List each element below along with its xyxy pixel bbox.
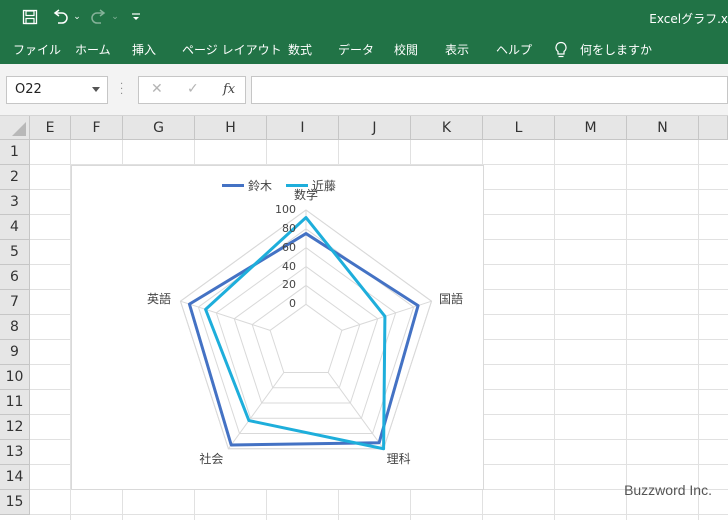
category-label: 理科 — [386, 452, 411, 467]
tab-file[interactable]: ファイル — [13, 41, 61, 58]
column-header-J[interactable]: J — [339, 116, 411, 140]
row-header-13[interactable]: 13 — [0, 440, 30, 465]
column-header-H[interactable]: H — [195, 116, 267, 140]
radar-chart[interactable]: 鈴木 近藤 0 20 40 60 80 100 数学国語理科 社会 英語 — [71, 165, 484, 490]
category-label: 国語 — [438, 291, 463, 306]
name-box-value: O22 — [15, 82, 42, 97]
tab-formulas[interactable]: 数式 — [288, 41, 312, 58]
category-label: 数学 — [294, 188, 319, 202]
column-header-N[interactable]: N — [627, 116, 699, 140]
column-header-L[interactable]: L — [483, 116, 555, 140]
customize-qat-icon[interactable] — [130, 6, 142, 28]
tick-label: 100 — [275, 203, 296, 216]
row-header-6[interactable]: 6 — [0, 265, 30, 290]
formula-buttons: ✕ ✓ fx — [138, 76, 246, 104]
row-header-9[interactable]: 9 — [0, 340, 30, 365]
formula-bar-grip-icon[interactable]: · · · — [120, 80, 124, 100]
gridline — [626, 140, 627, 520]
legend-swatch-suzuki — [222, 184, 244, 187]
legend-item-suzuki: 鈴木 — [222, 177, 272, 194]
radar-spoke — [327, 372, 384, 450]
cancel-icon[interactable]: ✕ — [151, 81, 163, 97]
row-header-15[interactable]: 15 — [0, 490, 30, 515]
tab-data[interactable]: データ — [338, 41, 374, 58]
name-box-dropdown-icon[interactable] — [92, 87, 100, 92]
undo-icon[interactable] — [50, 6, 70, 28]
tab-insert[interactable]: 挿入 — [132, 41, 156, 58]
insert-function-icon[interactable]: fx — [223, 82, 235, 97]
tab-view[interactable]: 表示 — [445, 41, 469, 58]
radar-spoke — [228, 372, 285, 450]
radar-gridline — [269, 303, 343, 374]
formula-input[interactable] — [251, 76, 728, 104]
column-header-F[interactable]: F — [71, 116, 123, 140]
name-box[interactable]: O22 — [6, 76, 108, 104]
row-header-12[interactable]: 12 — [0, 415, 30, 440]
redo-dropdown-icon[interactable]: ⌄ — [110, 6, 120, 28]
legend-label: 鈴木 — [248, 179, 273, 193]
ribbon-tabs: ファイル ホーム 挿入 ページ レイアウト 数式 データ 校閲 表示 ヘルプ 何… — [0, 36, 728, 64]
tab-page-layout[interactable]: ページ レイアウト — [182, 41, 282, 58]
row-header-2[interactable]: 2 — [0, 165, 30, 190]
tell-me-search[interactable]: 何をしますか — [580, 41, 652, 58]
row-header-3[interactable]: 3 — [0, 190, 30, 215]
save-icon[interactable] — [18, 6, 42, 28]
column-header-next[interactable] — [699, 116, 728, 140]
row-header-5[interactable]: 5 — [0, 240, 30, 265]
document-title: Excelグラフ.x — [649, 12, 728, 26]
column-header-M[interactable]: M — [555, 116, 627, 140]
gridline — [698, 140, 699, 520]
column-header-E[interactable]: E — [30, 116, 71, 140]
row-header-7[interactable]: 7 — [0, 290, 30, 315]
enter-check-icon[interactable]: ✓ — [187, 81, 199, 97]
select-all-corner[interactable] — [0, 116, 30, 140]
tab-help[interactable]: ヘルプ — [496, 41, 532, 58]
tick-label: 80 — [282, 221, 296, 235]
tick-label: 40 — [282, 259, 296, 273]
formula-bar-area: O22 · · · ✕ ✓ fx — [0, 64, 728, 116]
column-header-K[interactable]: K — [411, 116, 483, 140]
undo-dropdown-icon[interactable]: ⌄ — [72, 6, 82, 28]
tab-home[interactable]: ホーム — [75, 41, 111, 58]
tab-review[interactable]: 校閲 — [394, 41, 418, 58]
column-header-G[interactable]: G — [123, 116, 195, 140]
tick-label: 0 — [289, 297, 296, 311]
row-header-14[interactable]: 14 — [0, 465, 30, 490]
chart-legend: 鈴木 近藤 — [222, 176, 346, 194]
gridline — [30, 514, 728, 515]
category-label: 英語 — [147, 291, 172, 306]
tick-label: 60 — [282, 240, 296, 254]
gridline — [554, 140, 555, 520]
lightbulb-icon[interactable] — [554, 41, 568, 59]
row-header-4[interactable]: 4 — [0, 215, 30, 240]
redo-icon[interactable] — [89, 6, 109, 28]
row-header-8[interactable]: 8 — [0, 315, 30, 340]
category-label: 社会 — [199, 452, 224, 467]
title-bar: ⌄ ⌄ Excelグラフ.x — [0, 0, 728, 36]
row-header-1[interactable]: 1 — [0, 140, 30, 165]
watermark: Buzzword Inc. — [624, 482, 712, 498]
column-header-I[interactable]: I — [267, 116, 339, 140]
tick-label: 20 — [282, 278, 296, 292]
row-header-10[interactable]: 10 — [0, 365, 30, 390]
select-all-triangle-icon — [12, 122, 26, 136]
row-header-11[interactable]: 11 — [0, 390, 30, 415]
